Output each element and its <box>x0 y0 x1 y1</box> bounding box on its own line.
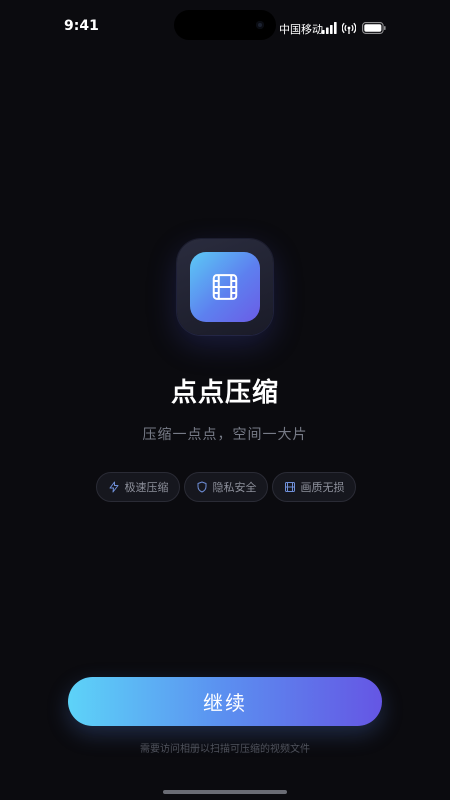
feature-chip-label: 隐私安全 <box>212 481 257 494</box>
home-indicator[interactable] <box>163 790 287 794</box>
dynamic-island <box>174 10 276 40</box>
lightning-icon <box>109 481 118 493</box>
feature-chip-speed: 极速压缩 <box>96 472 180 502</box>
signal-icon <box>322 22 337 34</box>
film-icon <box>284 482 295 492</box>
battery-icon <box>362 22 386 34</box>
continue-button[interactable]: 继续 <box>68 677 382 726</box>
status-time: 9:41 <box>64 18 99 34</box>
feature-chip-quality: 画质无损 <box>272 472 356 502</box>
feature-chips: 极速压缩 隐私安全 画质无损 <box>0 472 450 502</box>
hotspot-icon <box>342 22 356 34</box>
app-title: 点点压缩 <box>170 378 279 408</box>
app-icon-tile <box>190 252 260 322</box>
feature-chip-privacy: 隐私安全 <box>184 472 268 502</box>
shield-icon <box>197 481 206 493</box>
feature-chip-label: 画质无损 <box>300 481 345 494</box>
carrier-label: 中国移动 <box>279 23 323 36</box>
permission-note: 需要访问相册以扫描可压缩的视频文件 <box>140 744 310 755</box>
film-icon <box>212 274 238 300</box>
feature-chip-label: 极速压缩 <box>124 481 169 494</box>
status-bar: 9:41 中国移动 <box>0 0 450 56</box>
app-subtitle: 压缩一点点，空间一大片 <box>142 427 308 443</box>
camera-icon <box>256 21 264 29</box>
app-icon <box>177 239 273 335</box>
